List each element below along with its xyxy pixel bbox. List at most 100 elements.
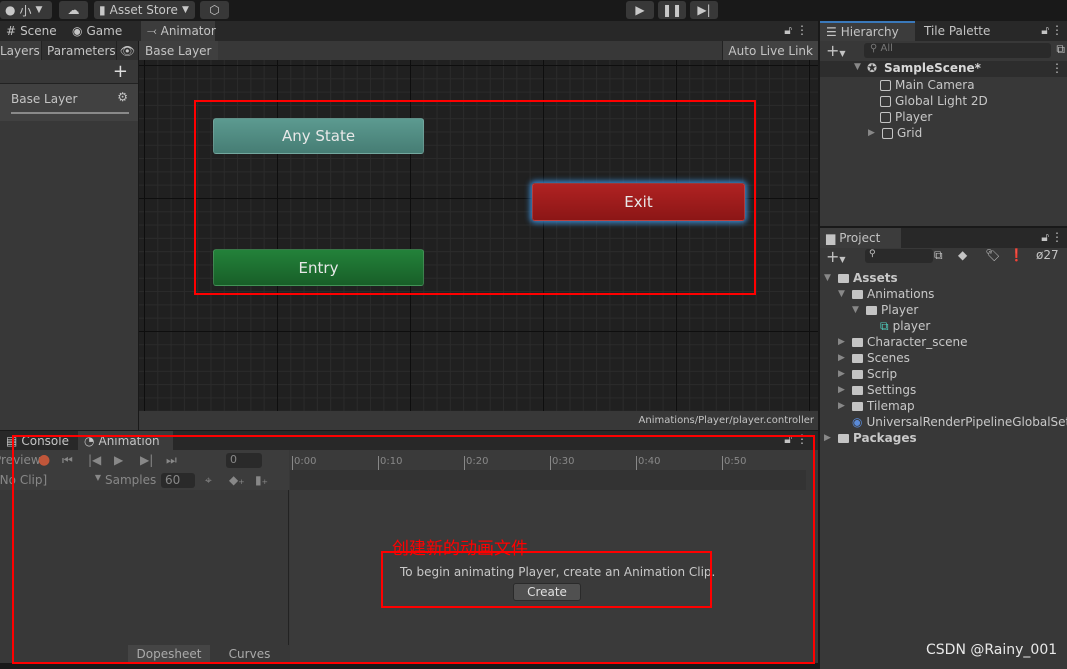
layer-item-base[interactable]: Base Layer ⚙ [0,83,138,121]
gamepad-icon: ◉ [72,24,83,38]
expand-arrow-icon[interactable]: ▼ [824,273,834,283]
tab-hierarchy[interactable]: ☰ Hierarchy [820,21,915,41]
expand-arrow-icon[interactable]: ▶ [824,433,834,443]
tree-folder[interactable]: ▶ Scenes [838,350,910,366]
hierarchy-search-input[interactable]: ⚲ All [864,43,1051,58]
tree-folder[interactable]: ▶ Settings [838,382,916,398]
asset-store-label: Asset Store [109,3,178,17]
tree-folder[interactable]: ▶ Character_scene [838,334,967,350]
step-button[interactable]: ▶| [690,1,718,19]
expand-arrow-icon[interactable]: ▶ [838,401,848,411]
folder-icon: ▆ [826,231,836,245]
maximize-icon[interactable]: ⧉ [1056,42,1065,57]
tab-label: Game [86,24,123,38]
tree-player-controller[interactable]: ⧉ player [880,318,930,334]
auto-live-link-button[interactable]: Auto Live Link [722,41,818,60]
tab-label: Scene [20,24,57,38]
pause-button[interactable]: ❚❚ [658,1,686,19]
asset-store-button[interactable]: ▮ Asset Store ▼ [94,1,195,19]
hidden-packages-button[interactable]: ø 27 [1036,248,1059,262]
tab-label: Tile Palette [924,24,991,38]
chevron-down-icon: ▼ [181,5,189,15]
account-dropdown[interactable]: ● 小 ▼ [0,1,52,19]
expand-arrow-icon[interactable]: ▶ [838,353,848,363]
play-button[interactable]: ▶ [626,1,654,19]
lock-icon[interactable]: 🔓︎ [784,23,792,38]
list-icon: ☰ [826,25,837,39]
tree-packages[interactable]: ▶ Packages [824,430,917,446]
animator-layers-panel: Layers Parameters 👁︎ + Base Layer ⚙ [0,41,138,430]
add-object-button[interactable]: +▼ [826,41,846,60]
parameters-tab[interactable]: Parameters [42,41,117,60]
hierarchy-item[interactable]: Global Light 2D [880,93,988,109]
project-search-input[interactable]: ⚲ [865,249,933,263]
layers-tab[interactable]: Layers [0,41,42,60]
annotation-box [381,551,712,608]
more-icon[interactable]: ⋮ [1051,61,1063,75]
tree-label: Tilemap [867,399,915,413]
tree-folder[interactable]: ▶ Scrip [838,366,897,382]
expand-arrow-icon[interactable]: ▶ [838,337,848,347]
add-layer-button[interactable]: + [113,61,128,82]
tree-assets[interactable]: ▼ Assets [824,270,898,286]
expand-arrow-icon[interactable]: ▼ [854,62,861,72]
panel-divider [818,20,820,669]
eye-slash-icon: ø [1036,248,1044,262]
folder-open-icon [852,289,863,299]
create-asset-button[interactable]: +▼ [826,247,846,266]
layer-name: Base Layer [11,92,78,106]
lock-icon[interactable]: 🔓︎ [1041,230,1049,245]
step-icon: ▶| [697,3,711,17]
breadcrumb[interactable]: Base Layer [139,41,218,60]
gear-icon[interactable]: ⚙ [117,90,128,104]
expand-arrow-icon[interactable]: ▶ [838,369,848,379]
tree-label: UniversalRenderPipelineGlobalSettings [866,415,1067,429]
cloud-button[interactable]: ☁ [59,1,88,19]
hidden-count: 27 [1043,248,1059,262]
hierarchy-item[interactable]: Main Camera [880,77,975,93]
services-button[interactable]: ⬡ [200,1,229,19]
folder-icon [852,369,863,379]
cloud-icon: ☁ [67,3,80,17]
warning-icon[interactable]: ❗ [1009,248,1024,262]
tab-game[interactable]: ◉ Game [66,21,128,41]
hierarchy-item[interactable]: Player [880,109,932,125]
more-icon[interactable]: ⋮ [796,23,808,37]
search-placeholder: All [880,43,893,54]
layer-weight-bar [11,112,129,114]
expand-arrow-icon[interactable]: ▶ [838,385,848,395]
scene-row[interactable]: ▼ ✪ SampleScene* ⋮ [820,61,1067,77]
tree-animations[interactable]: ▼ Animations [838,286,934,302]
folder-icon [852,385,863,395]
tab-project[interactable]: ▆ Project [820,228,901,248]
more-icon[interactable]: ⋮ [1051,23,1063,37]
more-icon[interactable]: ⋮ [1051,230,1063,244]
expand-arrow-icon[interactable]: ▶ [868,128,878,138]
tab-label: Animator [160,24,216,38]
tree-folder[interactable]: ▶ Tilemap [838,398,915,414]
search-icon: ⚲ [870,43,881,54]
tab-animator[interactable]: ⤙ Animator [141,21,216,41]
expand-arrow-icon[interactable]: ▼ [838,289,848,299]
account-icon: ● [5,3,16,17]
tree-label: Assets [853,271,898,285]
item-label: Player [895,110,933,124]
tab-tile-palette[interactable]: Tile Palette [918,21,996,41]
hierarchy-item[interactable]: ▶ Grid [868,125,922,141]
maximize-icon[interactable]: ⧉ [934,248,943,263]
tree-label: Settings [867,383,917,397]
tree-player-folder[interactable]: ▼ Player [852,302,918,318]
eye-icon[interactable]: 👁︎ [117,41,138,60]
tree-urp-settings[interactable]: ◉UniversalRenderPipelineGlobalSettings [852,414,1067,430]
play-icon: ▶ [635,3,645,17]
filter-type-icon[interactable]: ◆ [958,248,967,262]
tag-icon[interactable]: 🏷︎ [985,248,1000,262]
folder-open-icon [866,305,877,315]
tab-scene[interactable]: # Scene [0,21,63,41]
annotation-box [194,100,756,295]
lock-icon[interactable]: 🔓︎ [1041,23,1049,38]
tab-label: Project [839,231,881,245]
expand-arrow-icon[interactable]: ▼ [852,305,862,315]
folder-icon [852,401,863,411]
folder-icon [852,337,863,347]
